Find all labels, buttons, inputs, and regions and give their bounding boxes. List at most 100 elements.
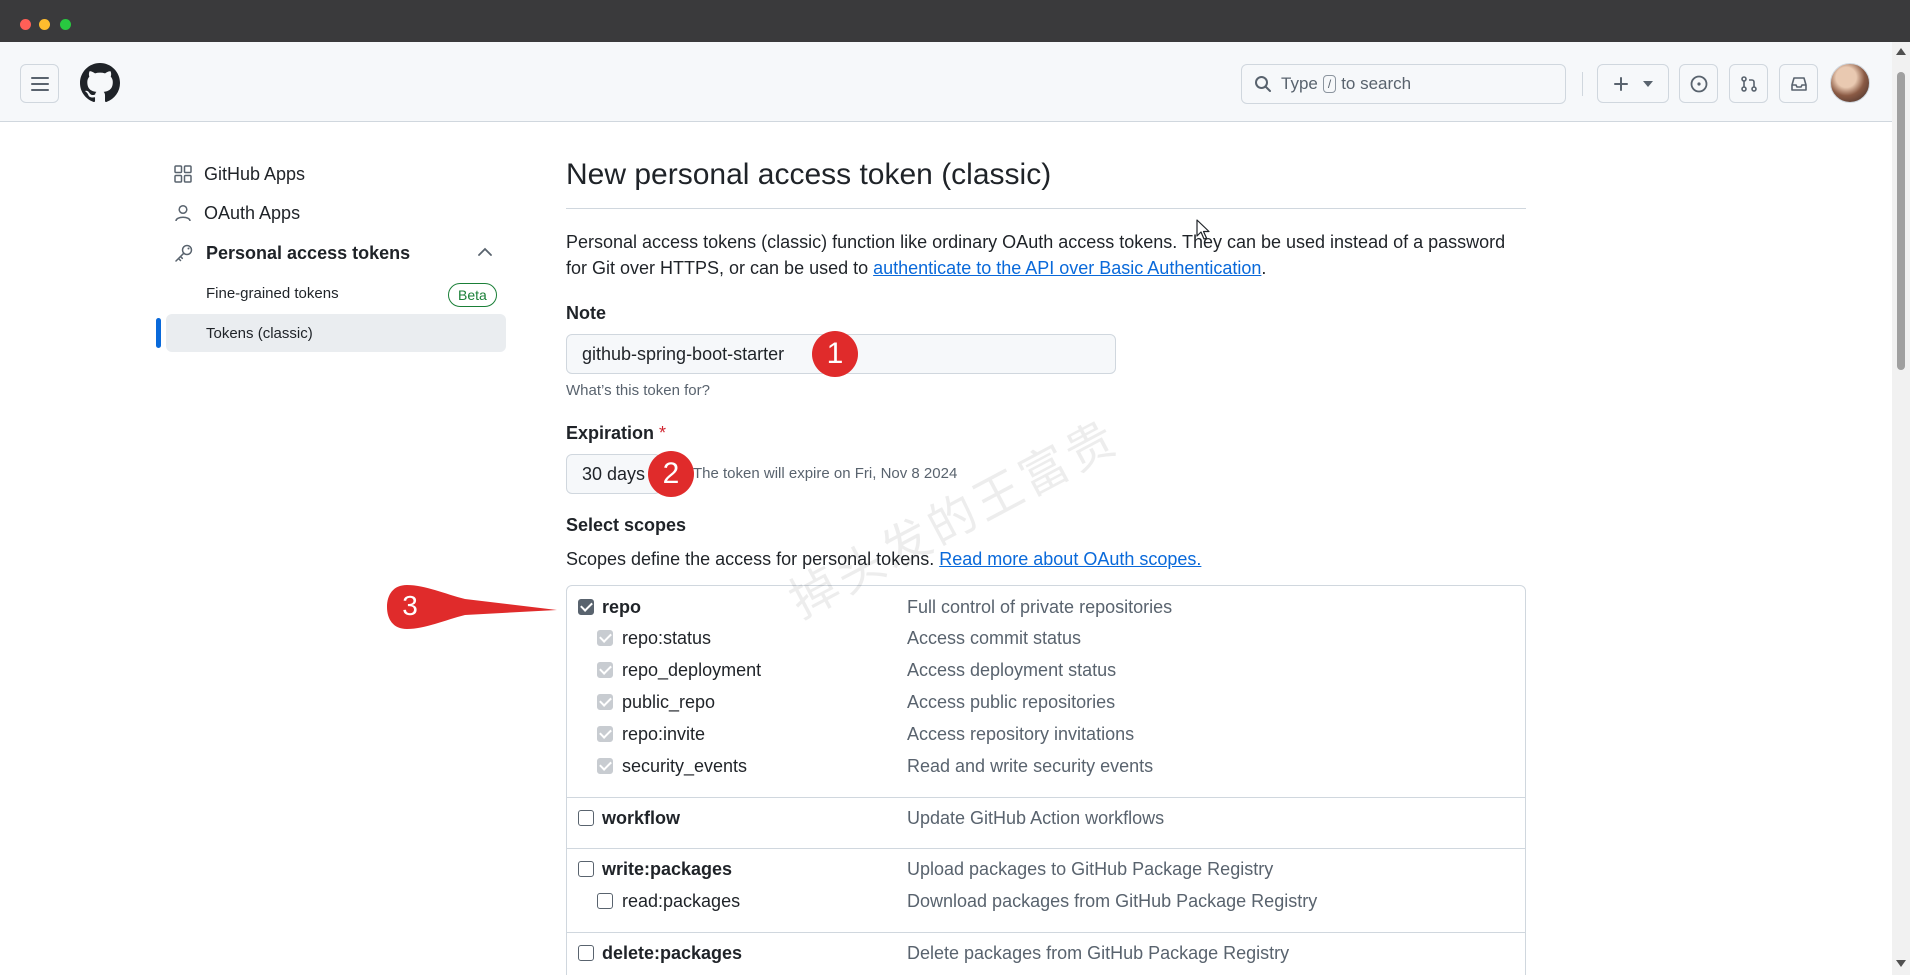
scope-row-delete-packages: delete:packages Delete packages from Git… bbox=[567, 938, 1525, 968]
search-icon bbox=[1255, 76, 1271, 92]
scope-name: repo:invite bbox=[622, 723, 706, 744]
expiration-note: The token will expire on Fri, Nov 8 2024 bbox=[693, 465, 958, 482]
scope-description: Delete packages from GitHub Package Regi… bbox=[907, 942, 1290, 963]
beta-badge: Beta bbox=[448, 283, 497, 307]
search-input[interactable]: Type / to search bbox=[1241, 64, 1566, 104]
repo-status-checkbox[interactable] bbox=[597, 630, 613, 646]
scope-row-workflow: workflow Update GitHub Action workflows bbox=[567, 803, 1525, 833]
scope-row-repo-invite: repo:invite Access repository invitation… bbox=[567, 719, 1525, 749]
repo-checkbox[interactable] bbox=[578, 599, 594, 615]
scope-name: write:packages bbox=[602, 858, 733, 879]
scope-row-repo-status: repo:status Access commit status bbox=[567, 623, 1525, 653]
workflow-checkbox[interactable] bbox=[578, 810, 594, 826]
chevron-up-icon[interactable] bbox=[478, 247, 492, 256]
scope-name: repo bbox=[602, 596, 642, 617]
apps-grid-icon bbox=[174, 165, 192, 183]
person-icon bbox=[175, 204, 191, 222]
scope-name: repo_deployment bbox=[622, 659, 762, 680]
sidebar-item-tokens-classic[interactable]: Tokens (classic) bbox=[166, 314, 506, 352]
scope-divider bbox=[567, 797, 1525, 798]
oauth-scopes-link[interactable]: Read more about OAuth scopes. bbox=[939, 549, 1201, 569]
create-new-button[interactable] bbox=[1597, 64, 1669, 103]
scope-description: Access public repositories bbox=[907, 691, 1116, 712]
scope-row-security-events: security_events Read and write security … bbox=[567, 751, 1525, 781]
maximize-window-button[interactable] bbox=[60, 19, 71, 30]
intro-paragraph: Personal access tokens (classic) functio… bbox=[566, 229, 1526, 281]
page-scrollbar[interactable] bbox=[1892, 42, 1910, 975]
scope-description: Access repository invitations bbox=[907, 723, 1135, 744]
mouse-cursor-icon bbox=[1196, 219, 1210, 240]
sidebar-item-label: GitHub Apps bbox=[204, 163, 306, 184]
inbox-button[interactable] bbox=[1779, 64, 1818, 103]
read-packages-checkbox[interactable] bbox=[597, 893, 613, 909]
sidebar-item-oauth-apps[interactable]: OAuth Apps bbox=[174, 195, 300, 231]
repo-invite-checkbox[interactable] bbox=[597, 726, 613, 742]
window-titlebar bbox=[0, 0, 1910, 42]
scope-name: public_repo bbox=[622, 691, 716, 712]
key-icon bbox=[175, 244, 193, 262]
sidebar-item-github-apps[interactable]: GitHub Apps bbox=[174, 156, 305, 192]
pull-requests-button[interactable] bbox=[1729, 64, 1768, 103]
scope-row-read-packages: read:packages Download packages from Git… bbox=[567, 886, 1525, 916]
menu-button[interactable] bbox=[20, 64, 59, 103]
write-packages-checkbox[interactable] bbox=[578, 861, 594, 877]
security-events-checkbox[interactable] bbox=[597, 758, 613, 774]
note-hint: What’s this token for? bbox=[566, 382, 710, 399]
delete-packages-checkbox[interactable] bbox=[578, 945, 594, 961]
scroll-thumb[interactable] bbox=[1897, 72, 1905, 370]
page-title: New personal access token (classic) bbox=[566, 158, 1052, 191]
sidebar-sub-label: Fine-grained tokens bbox=[206, 284, 339, 302]
public-repo-checkbox[interactable] bbox=[597, 694, 613, 710]
title-divider bbox=[566, 208, 1526, 209]
basic-auth-link[interactable]: authenticate to the API over Basic Authe… bbox=[873, 258, 1261, 278]
user-avatar[interactable] bbox=[1830, 63, 1870, 103]
select-scopes-label: Select scopes bbox=[566, 515, 687, 535]
header-divider bbox=[1582, 72, 1583, 96]
sidebar-item-label: OAuth Apps bbox=[204, 202, 301, 223]
scope-row-repo-deployment: repo_deployment Access deployment status bbox=[567, 655, 1525, 685]
github-logo-icon[interactable] bbox=[80, 63, 120, 103]
active-indicator bbox=[156, 318, 161, 348]
scope-row-write-packages: write:packages Upload packages to GitHub… bbox=[567, 854, 1525, 884]
scope-name: delete:packages bbox=[602, 942, 743, 963]
note-label: Note bbox=[566, 303, 606, 323]
scope-name: security_events bbox=[622, 755, 748, 776]
scope-description: Read and write security events bbox=[907, 755, 1154, 776]
search-suffix: to search bbox=[1341, 74, 1412, 93]
scope-divider bbox=[567, 848, 1525, 849]
scope-name: repo:status bbox=[622, 627, 712, 648]
scope-description: Access commit status bbox=[907, 627, 1082, 648]
scroll-up-arrow-icon[interactable] bbox=[1896, 48, 1906, 55]
intro-end: . bbox=[1261, 258, 1267, 278]
sidebar-item-label: Personal access tokens bbox=[206, 242, 411, 263]
close-window-button[interactable] bbox=[20, 19, 31, 30]
scope-description: Access deployment status bbox=[907, 659, 1117, 680]
scroll-down-arrow-icon[interactable] bbox=[1896, 960, 1906, 967]
repo-deployment-checkbox[interactable] bbox=[597, 662, 613, 678]
annotation-badge-2: 2 bbox=[648, 451, 694, 497]
scope-row-repo: repo Full control of private repositorie… bbox=[567, 592, 1525, 622]
annotation-badge-1: 1 bbox=[812, 331, 858, 377]
required-asterisk: * bbox=[659, 423, 667, 443]
search-prefix: Type bbox=[1281, 74, 1318, 93]
scopes-list: repo Full control of private repositorie… bbox=[566, 585, 1526, 975]
scope-description: Upload packages to GitHub Package Regist… bbox=[907, 858, 1274, 879]
annotation-badge-3: 3 bbox=[402, 590, 418, 621]
scope-description: Full control of private repositories bbox=[907, 596, 1173, 617]
scope-description: Download packages from GitHub Package Re… bbox=[907, 890, 1318, 911]
sidebar-item-personal-access-tokens[interactable]: Personal access tokens bbox=[174, 235, 410, 271]
issues-button[interactable] bbox=[1679, 64, 1718, 103]
scope-divider bbox=[567, 932, 1525, 933]
search-shortcut-key: / bbox=[1322, 75, 1337, 93]
scope-name: read:packages bbox=[622, 890, 741, 911]
issue-circle-icon bbox=[1690, 75, 1707, 92]
scope-row-public-repo: public_repo Access public repositories bbox=[567, 687, 1525, 717]
minimize-window-button[interactable] bbox=[39, 19, 50, 30]
expiration-select[interactable]: 30 days bbox=[566, 454, 662, 494]
plus-icon bbox=[1614, 76, 1628, 91]
scope-name: workflow bbox=[602, 807, 681, 828]
expiration-value: 30 days bbox=[582, 463, 646, 484]
scope-description: Update GitHub Action workflows bbox=[907, 807, 1165, 828]
hamburger-icon bbox=[30, 76, 49, 91]
inbox-icon bbox=[1790, 76, 1807, 91]
